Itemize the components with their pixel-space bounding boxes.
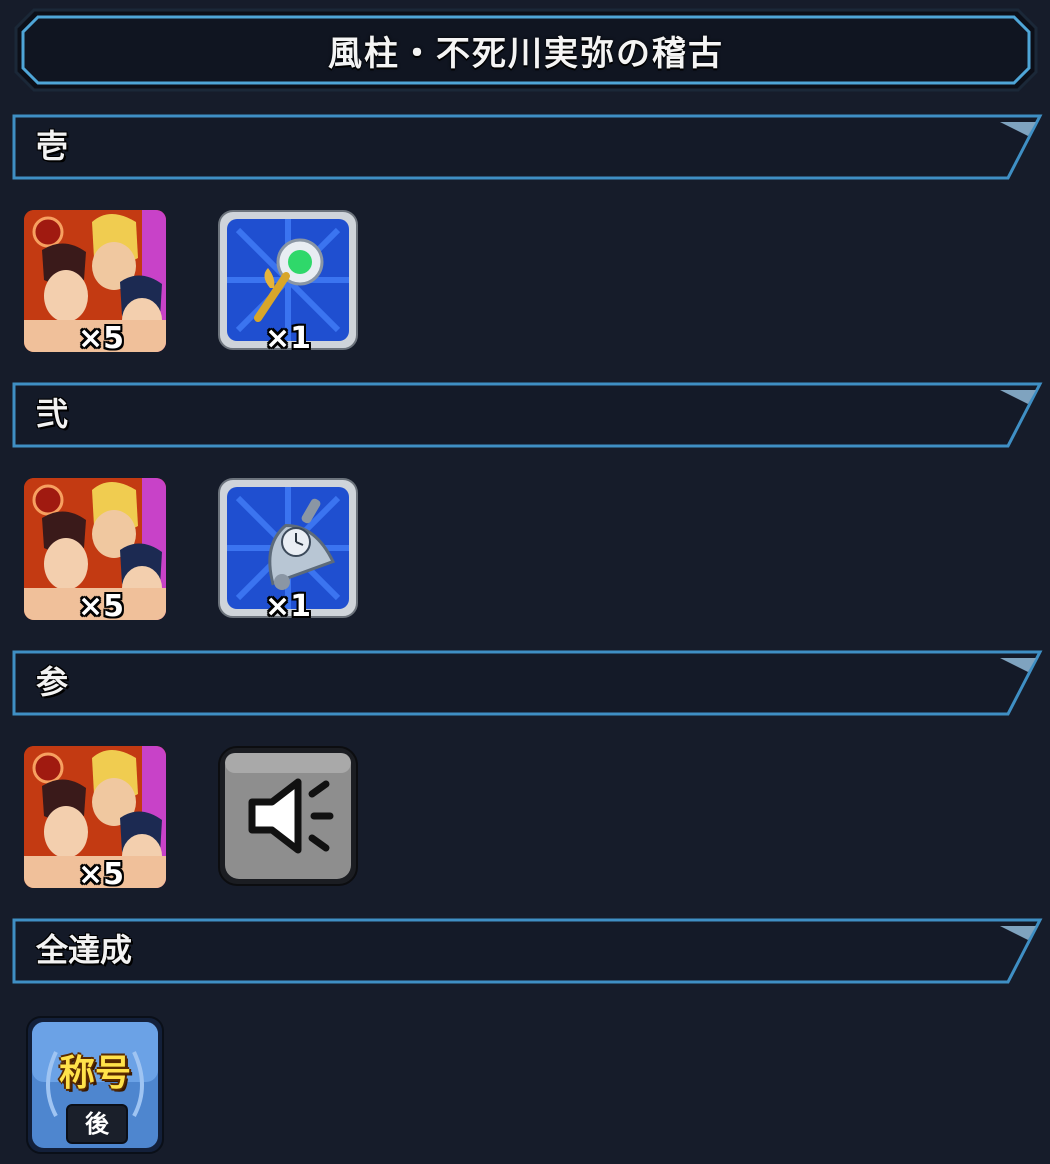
character-group-icon[interactable]: ×5	[24, 210, 166, 352]
reward-count: ×5	[77, 589, 124, 620]
reward-count: ×1	[264, 321, 311, 350]
section-header-1: 壱	[12, 114, 1044, 180]
title-badge-subtext: 後	[66, 1104, 128, 1144]
golden-key-icon[interactable]: ×1	[218, 210, 358, 350]
title-badge-text: 称号	[58, 1053, 131, 1094]
section-header-4: 全達成	[12, 918, 1044, 984]
title-badge-icon[interactable]: 称号 後	[26, 1016, 164, 1154]
page-title: 風柱・不死川実弥の稽古	[328, 33, 724, 74]
reward-count: ×5	[77, 857, 124, 888]
reward-count: ×5	[77, 321, 124, 352]
reward-count: ×1	[264, 589, 311, 618]
bell-clock-icon[interactable]: ×1	[218, 478, 358, 618]
section-header-2: 弐	[12, 382, 1044, 448]
character-group-icon[interactable]: ×5	[24, 746, 166, 888]
section-header-3: 参	[12, 650, 1044, 716]
section-label: 参	[36, 663, 69, 701]
section-label: 全達成	[36, 931, 133, 969]
page-title-bar: 風柱・不死川実弥の稽古	[14, 8, 1038, 92]
section-label: 壱	[36, 127, 69, 165]
character-group-icon[interactable]: ×5	[24, 478, 166, 620]
section-label: 弐	[36, 395, 69, 433]
voice-speaker-icon[interactable]	[218, 746, 358, 886]
